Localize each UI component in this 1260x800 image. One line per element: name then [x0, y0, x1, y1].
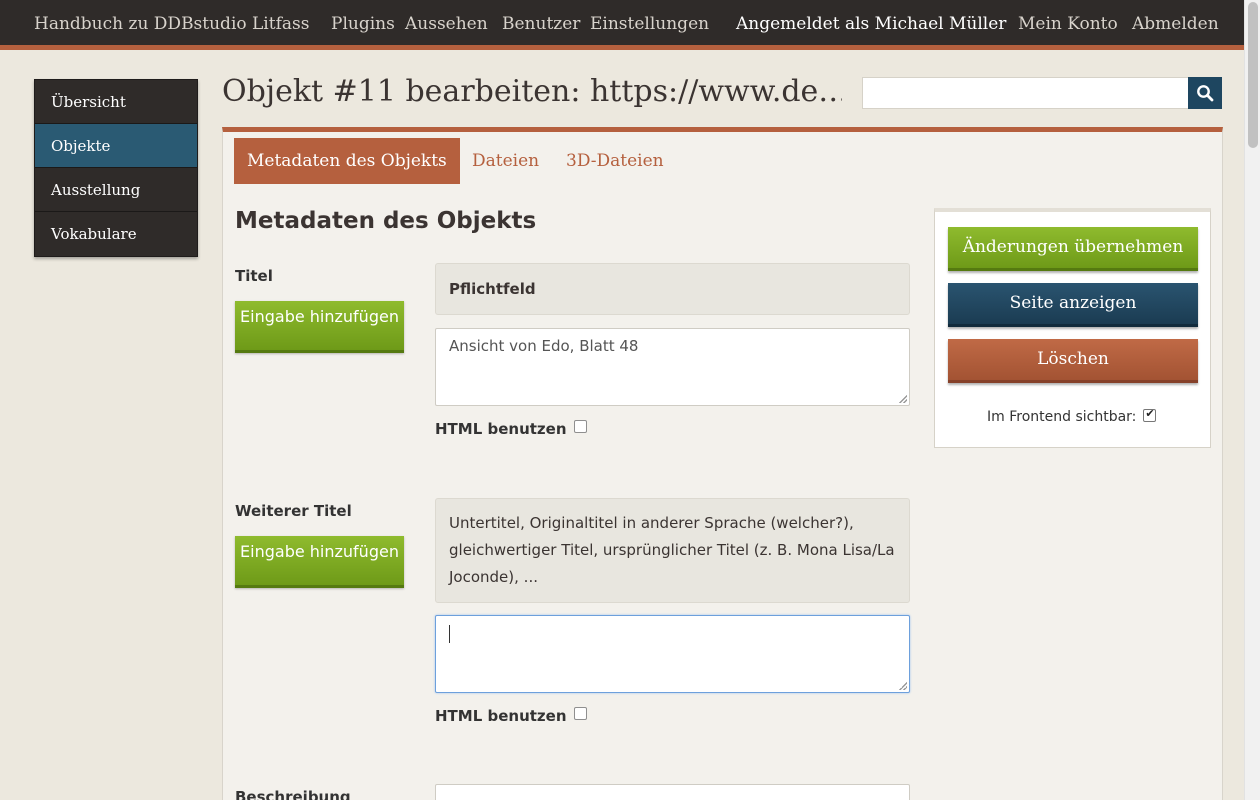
- title-textarea[interactable]: Ansicht von Edo, Blatt 48: [435, 328, 910, 406]
- page-title: Objekt #11 bearbeiten: https://www.de…: [222, 74, 842, 109]
- page-scrollbar[interactable]: [1244, 0, 1260, 800]
- search-input[interactable]: [862, 77, 1189, 109]
- top-navigation-bar: Handbuch zu DDBstudio Litfass Plugins Au…: [0, 0, 1244, 50]
- delete-button[interactable]: Löschen: [948, 339, 1198, 383]
- view-page-button[interactable]: Seite anzeigen: [948, 283, 1198, 327]
- further-title-textarea[interactable]: [435, 615, 910, 693]
- html-checkbox-title[interactable]: [573, 420, 587, 433]
- field-label-description: Beschreibung: [235, 788, 351, 800]
- sidebar-item-overview[interactable]: Übersicht: [35, 80, 197, 124]
- html-checkbox-further-title[interactable]: [573, 707, 587, 720]
- text-cursor: [449, 624, 450, 643]
- nav-appearance-link[interactable]: Aussehen: [405, 14, 488, 34]
- public-visibility-checkbox[interactable]: [1143, 407, 1157, 422]
- field-hint-title: Pflichtfeld: [435, 263, 910, 315]
- resize-grip-icon[interactable]: [899, 682, 907, 690]
- sidebar-nav: Übersicht Objekte Ausstellung Vokabulare: [34, 79, 198, 257]
- html-toggle-further-title: HTML benutzen: [435, 707, 587, 725]
- public-visibility-label: Im Frontend sichtbar:: [987, 409, 1137, 425]
- sidebar-item-vocabularies[interactable]: Vokabulare: [35, 212, 197, 256]
- edit-panel: Metadaten des Objekts Dateien 3D-Dateien…: [222, 127, 1223, 800]
- tab-metadata[interactable]: Metadaten des Objekts: [234, 138, 460, 184]
- add-input-button-further-title[interactable]: Eingabe hinzufügen: [235, 536, 404, 588]
- html-toggle-label: HTML benutzen: [435, 707, 567, 725]
- field-label-further-title: Weiterer Titel: [235, 502, 352, 520]
- title-textarea-value: Ansicht von Edo, Blatt 48: [449, 337, 639, 355]
- save-panel: Änderungen übernehmen Seite anzeigen Lös…: [934, 208, 1211, 448]
- html-toggle-label: HTML benutzen: [435, 420, 567, 438]
- public-visibility-row: Im Frontend sichtbar:: [987, 407, 1157, 425]
- site-title-link[interactable]: Handbuch zu DDBstudio Litfass: [34, 14, 309, 34]
- sidebar-item-objects[interactable]: Objekte: [35, 124, 197, 168]
- html-toggle-title: HTML benutzen: [435, 420, 587, 438]
- field-label-title: Titel: [235, 267, 273, 285]
- scrollbar-thumb[interactable]: [1248, 2, 1258, 148]
- nav-plugins-link[interactable]: Plugins: [331, 14, 395, 34]
- save-changes-button[interactable]: Änderungen übernehmen: [948, 227, 1198, 271]
- field-hint-further-title: Untertitel, Originaltitel in anderer Spr…: [435, 498, 910, 603]
- section-heading: Metadaten des Objekts: [235, 208, 537, 234]
- description-hint-box: [435, 784, 910, 800]
- logged-in-user: Angemeldet als Michael Müller: [736, 14, 1007, 34]
- tab-3d-files[interactable]: 3D-Dateien: [566, 138, 664, 184]
- resize-grip-icon[interactable]: [899, 395, 907, 403]
- search-button[interactable]: [1188, 77, 1222, 109]
- my-account-link[interactable]: Mein Konto: [1018, 14, 1118, 34]
- add-input-button-title[interactable]: Eingabe hinzufügen: [235, 301, 404, 353]
- sidebar-item-exhibition[interactable]: Ausstellung: [35, 168, 197, 212]
- nav-users-link[interactable]: Benutzer: [502, 14, 580, 34]
- logout-link[interactable]: Abmelden: [1132, 14, 1219, 34]
- nav-settings-link[interactable]: Einstellungen: [590, 14, 709, 34]
- search-icon: [1197, 85, 1214, 102]
- tab-files[interactable]: Dateien: [472, 138, 539, 184]
